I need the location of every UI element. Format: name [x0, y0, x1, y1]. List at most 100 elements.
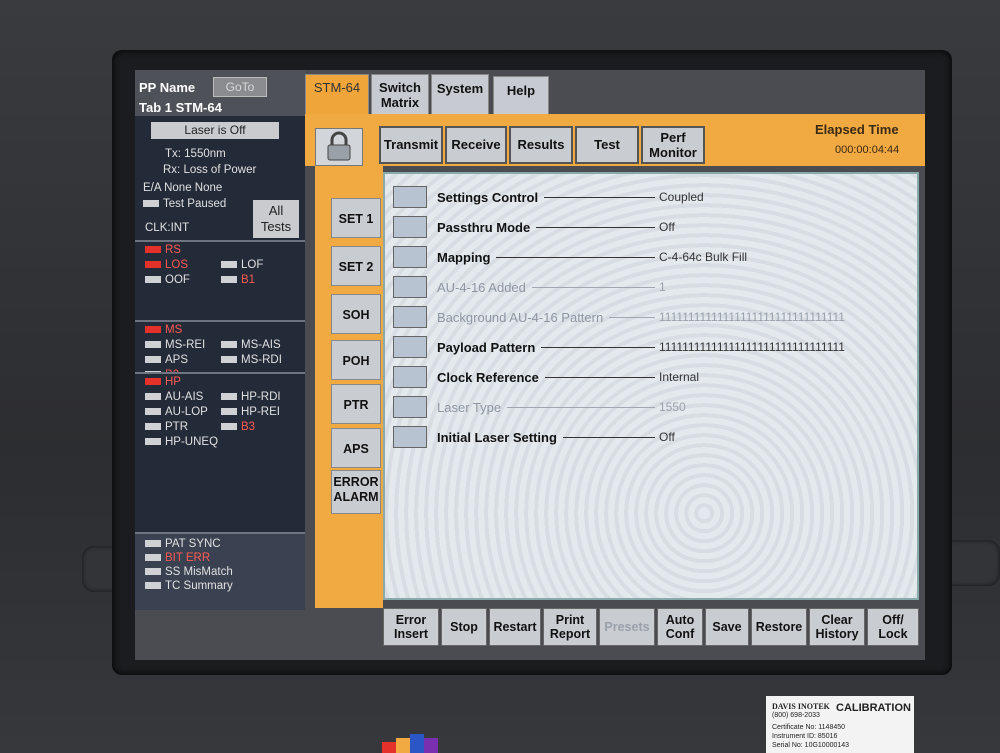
- alarm-led-icon: [221, 356, 237, 364]
- alarm-b3: B3: [221, 421, 255, 433]
- elapsed-time-value: 000:00:04:44: [835, 144, 900, 156]
- error-insert-button[interactable]: Error Insert: [383, 608, 439, 646]
- alarm-hp-rdi: HP-RDI: [221, 391, 281, 403]
- tab-perf-monitor[interactable]: Perf Monitor: [641, 126, 705, 164]
- setting-value: Internal: [659, 370, 700, 384]
- setting-value: Off: [659, 430, 675, 444]
- elapsed-time-label: Elapsed Time: [815, 122, 899, 137]
- setting-leader-line: [545, 377, 655, 378]
- setting-value: 11111111111111111111111111111111: [659, 310, 845, 324]
- alarm-ms-ais: MS-AIS: [221, 339, 281, 351]
- stop-button[interactable]: Stop: [441, 608, 487, 646]
- setting-label: Mapping: [437, 250, 491, 265]
- pp-name-label: PP Name: [139, 80, 196, 95]
- laser-status-button[interactable]: Laser is Off: [151, 122, 279, 139]
- alarm-led-icon: [145, 408, 161, 416]
- side-tab-set-1[interactable]: SET 1: [331, 198, 381, 238]
- setting-value: 11111111111111111111111111111111: [659, 340, 845, 354]
- side-tab-ptr[interactable]: PTR: [331, 384, 381, 424]
- lock-button[interactable]: [315, 128, 363, 166]
- setting-value: Coupled: [659, 190, 704, 204]
- goto-button[interactable]: GoTo: [213, 77, 267, 97]
- tx-wavelength: Tx: 1550nm: [165, 148, 226, 160]
- bottom-toolbar: Error Insert Stop Restart Print Report Prese…: [383, 608, 925, 648]
- alarm-led-icon: [145, 356, 161, 364]
- setting-edit-button[interactable]: [393, 426, 427, 448]
- side-tab-error-alarm[interactable]: ERROR ALARM: [331, 470, 381, 514]
- hp-alarm-group: HP AU-AIS HP-RDI AU-LOP HP-REI PTR B3 HP-UNEQ: [135, 372, 305, 454]
- setting-row: Mapping C-4-64c Bulk Fill: [393, 246, 913, 270]
- alarm-led-icon: [221, 423, 237, 431]
- brand-logo-icon: [382, 734, 438, 753]
- alarm-oof: OOF: [145, 274, 190, 286]
- side-tab-soh[interactable]: SOH: [331, 294, 381, 334]
- alarm-led-icon: [145, 568, 161, 576]
- setting-row: Payload Pattern 1111111111111111111111111…: [393, 336, 913, 360]
- alarm-aps: APS: [145, 354, 188, 366]
- alarm-tc-summary: TC Summary: [145, 580, 233, 592]
- setting-leader-line: [544, 197, 655, 198]
- presets-button[interactable]: Presets: [599, 608, 655, 646]
- all-tests-button[interactable]: All Tests: [253, 200, 299, 238]
- setting-leader-line: [507, 407, 655, 408]
- print-report-button[interactable]: Print Report: [543, 608, 597, 646]
- setting-label: AU-4-16 Added: [437, 280, 526, 295]
- alarm-hp: HP: [145, 376, 181, 388]
- instrument-screen: PP Name GoTo Tab 1 STM-64 Laser is Off T…: [135, 70, 925, 660]
- side-tab-aps[interactable]: APS: [331, 428, 381, 468]
- tab-test[interactable]: Test: [575, 126, 639, 164]
- save-button[interactable]: Save: [705, 608, 749, 646]
- restart-button[interactable]: Restart: [489, 608, 541, 646]
- alarm-b1: B1: [221, 274, 255, 286]
- setting-label: Background AU-4-16 Pattern: [437, 310, 604, 325]
- setting-row: AU-4-16 Added 1: [393, 276, 913, 300]
- setting-value: C-4-64c Bulk Fill: [659, 250, 748, 264]
- calibration-certificate: Certificate No: 1148450: [772, 724, 846, 731]
- alarm-led-icon: [145, 276, 161, 284]
- alarm-led-icon: [145, 393, 161, 401]
- setting-edit-button[interactable]: [393, 366, 427, 388]
- setting-label: Laser Type: [437, 400, 502, 415]
- status-sidebar: PP Name GoTo Tab 1 STM-64 Laser is Off T…: [135, 70, 305, 610]
- setting-edit-button[interactable]: [393, 336, 427, 358]
- alarm-au-lop: AU-LOP: [145, 406, 208, 418]
- alarm-led-icon: [221, 393, 237, 401]
- alarm-led-icon: [145, 423, 161, 431]
- calibration-phone: (800) 698-2033: [772, 712, 820, 719]
- setting-edit-button[interactable]: [393, 216, 427, 238]
- alarm-led-icon: [145, 438, 161, 446]
- side-tab-poh[interactable]: POH: [331, 340, 381, 380]
- setting-leader-line: [536, 227, 655, 228]
- setting-value: Off: [659, 220, 675, 234]
- setting-label: Passthru Mode: [437, 220, 531, 235]
- setting-label: Clock Reference: [437, 370, 539, 385]
- tab-results[interactable]: Results: [509, 126, 573, 164]
- tab-system[interactable]: System: [431, 74, 489, 116]
- tab-stm-64[interactable]: STM-64: [305, 74, 369, 116]
- calibration-instrument: Instrument ID: 85016: [772, 733, 838, 740]
- tab-transmit[interactable]: Transmit: [379, 126, 443, 164]
- setting-edit-button[interactable]: [393, 396, 427, 418]
- alarm-led-icon: [145, 326, 161, 334]
- off-lock-button[interactable]: Off/ Lock: [867, 608, 919, 646]
- tab-receive[interactable]: Receive: [445, 126, 507, 164]
- pattern-alarm-group: PAT SYNC BIT ERR SS MisMatch TC Summary: [135, 532, 305, 610]
- alarm-bit-err: BIT ERR: [145, 552, 210, 564]
- ea-status: E/A None None: [143, 182, 223, 194]
- restore-button[interactable]: Restore: [751, 608, 807, 646]
- tab-label: Tab 1 STM-64: [139, 100, 222, 115]
- tab-switch-matrix[interactable]: Switch Matrix: [371, 74, 429, 116]
- test-paused-indicator: Test Paused: [143, 198, 226, 210]
- setting-edit-button[interactable]: [393, 306, 427, 328]
- setting-row: Settings Control Coupled: [393, 186, 913, 210]
- setting-edit-button[interactable]: [393, 246, 427, 268]
- side-tab-set-2[interactable]: SET 2: [331, 246, 381, 286]
- setting-edit-button[interactable]: [393, 186, 427, 208]
- tab-help[interactable]: Help: [493, 76, 549, 118]
- setting-label: Initial Laser Setting: [437, 430, 557, 445]
- clear-history-button[interactable]: Clear History: [809, 608, 865, 646]
- setting-row: Laser Type 1550: [393, 396, 913, 420]
- auto-conf-button[interactable]: Auto Conf: [657, 608, 703, 646]
- rx-status: Rx: Loss of Power: [163, 164, 257, 176]
- setting-edit-button[interactable]: [393, 276, 427, 298]
